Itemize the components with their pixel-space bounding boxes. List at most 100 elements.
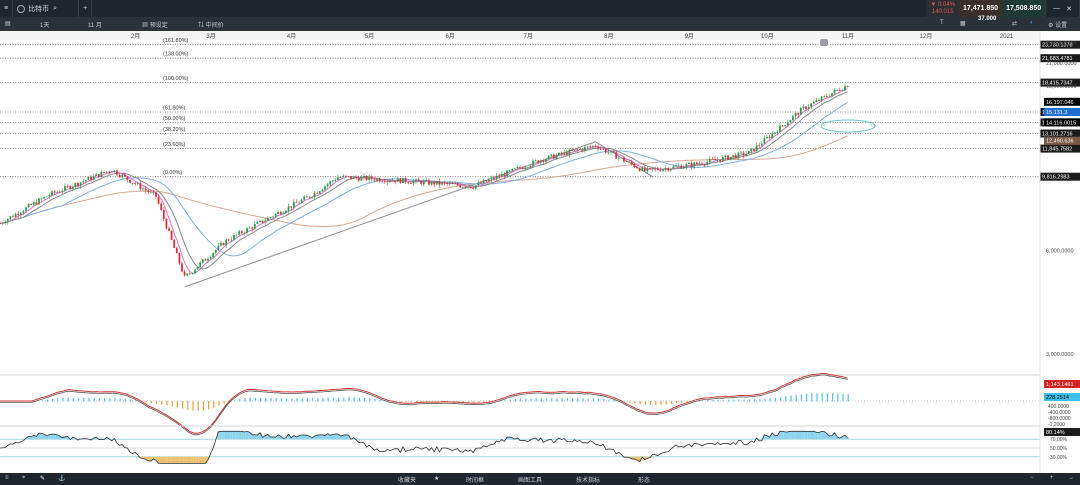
macd-histogram-bar xyxy=(634,401,636,404)
rsi-oversold-fill xyxy=(170,456,173,464)
candle-body xyxy=(461,186,464,188)
candle-body xyxy=(435,181,438,185)
star-icon[interactable]: ★ xyxy=(434,475,439,482)
toggle-icon[interactable]: ◐ xyxy=(1030,20,1034,26)
rsi-overbought-fill xyxy=(227,431,231,440)
macd-histogram-bar xyxy=(421,401,423,402)
candle-body xyxy=(815,100,818,103)
zoom-in-icon[interactable]: + xyxy=(1050,475,1054,481)
plus-icon: + xyxy=(83,5,88,12)
bid-price-button[interactable]: 17,471.850 xyxy=(959,0,1003,17)
candle-body xyxy=(235,234,238,236)
macd-histogram-bar xyxy=(592,398,594,402)
rsi-overbought-fill xyxy=(328,435,332,440)
text-tool-icon[interactable]: T xyxy=(940,20,944,26)
candle-body xyxy=(45,196,48,198)
candle-body xyxy=(165,218,168,229)
grid-icon[interactable]: ▦ xyxy=(960,20,966,27)
candle-body xyxy=(303,196,306,200)
candle-body xyxy=(506,170,508,177)
candle-body xyxy=(404,178,407,183)
layout-menu-icon[interactable]: ≡ xyxy=(5,475,9,481)
candle-body xyxy=(459,185,462,188)
favorites-button[interactable]: 收藏夹 xyxy=(398,475,416,484)
candle-body xyxy=(144,188,147,191)
rsi-oversold-fill xyxy=(180,456,184,464)
candle-body xyxy=(350,176,352,179)
candle-body xyxy=(477,182,480,186)
menu-button[interactable]: ≡ xyxy=(0,0,14,17)
candle-body xyxy=(568,149,571,156)
candle-body xyxy=(389,180,391,182)
timeframe-button[interactable]: 时间框 xyxy=(466,475,484,484)
scroll-handle-icon[interactable] xyxy=(820,39,828,46)
candle-body xyxy=(97,174,100,177)
candle-body xyxy=(394,180,397,182)
candle-body xyxy=(729,156,732,160)
instrument-selector[interactable]: 比特币 ⌕ xyxy=(13,0,80,17)
layout-icon[interactable]: ▤ xyxy=(5,20,11,27)
search-icon[interactable]: ⌕ xyxy=(53,5,57,13)
indicators-button[interactable]: 技术指标 xyxy=(576,475,600,484)
candle-body xyxy=(27,204,30,208)
fib-level-label: (0.00%) xyxy=(163,170,182,176)
macd-histogram-bar xyxy=(733,399,735,402)
pencil-icon[interactable]: ✎ xyxy=(40,475,45,482)
candle-body xyxy=(485,180,488,182)
minimize-icon[interactable]: — xyxy=(1053,5,1060,12)
candle-body xyxy=(599,148,602,150)
interval-selector[interactable]: 1天 xyxy=(40,20,49,29)
drawing-tools-button[interactable]: 画图工具 xyxy=(518,475,542,484)
cursor-icon[interactable]: ⌖ xyxy=(22,475,25,482)
rsi-overbought-fill xyxy=(40,433,43,440)
candle-body xyxy=(175,247,178,254)
close-icon[interactable]: ✕ xyxy=(1066,5,1072,13)
candle-body xyxy=(77,183,79,186)
magnet-icon[interactable]: ⚓ xyxy=(58,475,65,482)
fib-level-label: (100.00%) xyxy=(163,76,189,82)
rsi-overbought-fill xyxy=(791,431,795,440)
month-selector[interactable]: 11 月 xyxy=(88,20,102,29)
rsi-oversold-fill xyxy=(167,456,171,464)
candle-body xyxy=(638,168,641,171)
zoom-out-icon[interactable]: − xyxy=(1030,475,1034,481)
month-tick-label: 12月 xyxy=(920,33,933,40)
candle-body xyxy=(282,212,285,215)
ask-price-button[interactable]: 17,508.850 xyxy=(1002,0,1046,17)
candle-body xyxy=(727,155,729,160)
add-tab-button[interactable]: + xyxy=(79,0,93,17)
candle-body xyxy=(181,263,183,272)
price-chart[interactable]: 2月 3月 4月 5月 6月 7月 8月 9月 10月 11月 12月 2021 (161.80%)2… xyxy=(0,31,1080,473)
candle-body xyxy=(838,89,841,91)
macd-histogram-bar xyxy=(577,398,579,402)
candle-body xyxy=(776,132,779,134)
month-tick-label: 3月 xyxy=(206,33,215,40)
macd-histogram-bar xyxy=(842,393,844,402)
candle-body xyxy=(474,185,477,189)
rsi-oversold-fill xyxy=(198,456,202,464)
candle-body xyxy=(409,183,412,184)
macd-tick-label: -1,2000 xyxy=(1048,422,1065,428)
patterns-button[interactable]: 形态 xyxy=(638,475,650,484)
candle-body xyxy=(656,168,659,170)
candle-body xyxy=(402,178,404,184)
fib-level-label: (23.60%) xyxy=(163,142,185,148)
compare-icon[interactable]: ⇄ xyxy=(1012,20,1017,27)
candle-body xyxy=(558,152,560,156)
candle-body xyxy=(784,125,787,127)
mid-price-button[interactable]: ⇅ 中间价 xyxy=(198,20,224,29)
candle-body xyxy=(162,209,165,219)
price-tick-label: 24,000.0000 xyxy=(1046,41,1077,47)
rsi-overbought-fill xyxy=(773,435,777,440)
candle-body xyxy=(227,239,230,241)
macd-histogram-bar xyxy=(171,401,173,407)
scroll-right-icon[interactable]: → xyxy=(1068,475,1074,481)
rsi-overbought-fill xyxy=(804,431,808,440)
candle-body xyxy=(22,211,25,214)
candle-body xyxy=(373,179,376,181)
macd-histogram-bar xyxy=(478,401,480,403)
preset-button[interactable]: ▦ 预设定 xyxy=(142,20,168,29)
candle-body xyxy=(238,231,241,235)
settings-button[interactable]: ⚙ 设置 xyxy=(1048,20,1067,29)
candle-body xyxy=(706,161,709,165)
